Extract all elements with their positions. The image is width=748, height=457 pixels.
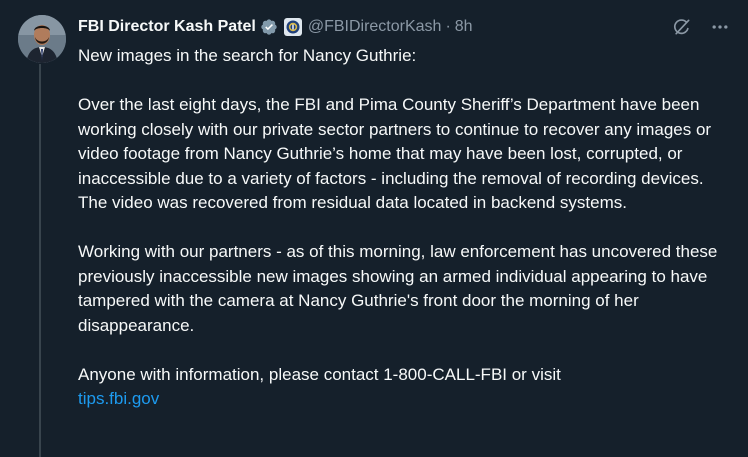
grok-icon[interactable] [672, 17, 692, 37]
separator-dot: · [445, 18, 451, 35]
author-handle[interactable]: @FBIDirectorKash [308, 18, 442, 36]
tips-link[interactable]: tips.fbi.gov [78, 387, 159, 412]
avatar-photo [18, 15, 66, 63]
post-actions [672, 17, 730, 37]
avatar[interactable] [18, 15, 66, 63]
post-paragraph-1: Over the last eight days, the FBI and Pi… [78, 95, 712, 212]
more-options-icon[interactable] [710, 17, 730, 37]
post-body: New images in the search for Nancy Guthr… [78, 44, 728, 412]
post-intro: New images in the search for Nancy Guthr… [78, 46, 417, 65]
verified-badge-icon[interactable] [260, 18, 278, 36]
author-name[interactable]: FBI Director Kash Patel [78, 18, 256, 36]
post-paragraph-3: Anyone with information, please contact … [78, 364, 561, 384]
post-paragraph-2: Working with our partners - as of this m… [78, 242, 718, 335]
thread-connector-line [39, 64, 41, 457]
post-header: FBI Director Kash Patel @FBIDirectorKash… [78, 15, 730, 39]
fbi-seal-icon[interactable] [283, 18, 302, 36]
post-timestamp[interactable]: 8h [455, 18, 473, 36]
